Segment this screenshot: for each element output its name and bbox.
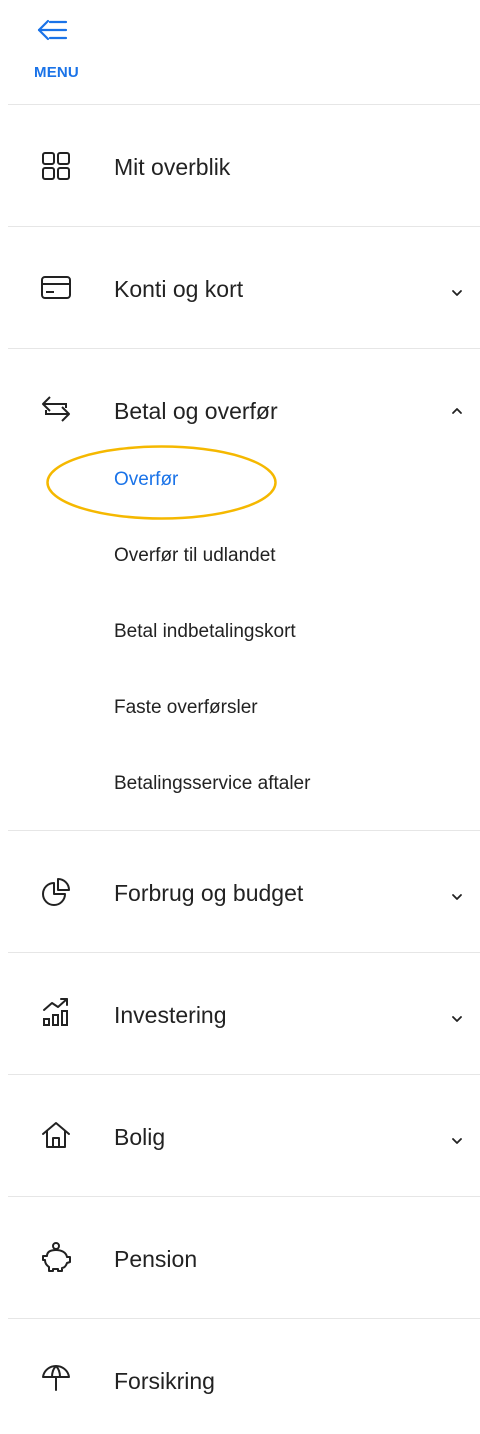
dashboard-grid-icon [42, 152, 70, 180]
divider [8, 1318, 480, 1319]
nav-item-label: Konti og kort [114, 276, 244, 302]
nav-item-betal-og-overfor[interactable]: Betal og overfør [0, 375, 480, 445]
transfer-arrows-icon [42, 396, 70, 422]
nav-item-label: Investering [114, 1002, 227, 1028]
nav-item-label: Forbrug og budget [114, 880, 304, 906]
nav-item-bolig[interactable]: Bolig [0, 1101, 480, 1171]
nav-item-mit-overblik[interactable]: Mit overblik [0, 131, 480, 201]
chevron-down-icon [452, 1138, 462, 1144]
divider [8, 952, 480, 953]
menu-label: MENU [34, 64, 79, 81]
umbrella-icon [42, 1365, 70, 1391]
menu-toggle-button[interactable]: MENU [34, 14, 94, 84]
home-icon [42, 1122, 70, 1148]
investment-chart-icon [43, 998, 68, 1026]
arrow-left-icon [37, 19, 68, 41]
sub-item-overfor[interactable]: Overfør [114, 469, 178, 491]
chevron-up-icon [452, 408, 462, 414]
nav-item-pension[interactable]: Pension [0, 1223, 480, 1293]
nav-item-label: Bolig [114, 1124, 166, 1150]
nav-item-investering[interactable]: Investering [0, 979, 480, 1049]
chevron-down-icon [452, 290, 462, 296]
divider [8, 348, 480, 349]
nav-item-label: Betal og overfør [114, 398, 278, 424]
chevron-down-icon [452, 1016, 462, 1022]
divider [8, 1196, 480, 1197]
divider [8, 104, 480, 105]
credit-card-icon [41, 276, 71, 299]
sub-item-betal-indbetalingskort[interactable]: Betal indbetalingskort [114, 621, 296, 643]
nav-item-konti-og-kort[interactable]: Konti og kort [0, 253, 480, 323]
nav-item-forbrug-og-budget[interactable]: Forbrug og budget [0, 857, 480, 927]
nav-item-forsikring[interactable]: Forsikring [0, 1345, 480, 1415]
nav-item-label: Forsikring [114, 1368, 215, 1394]
nav-item-label: Mit overblik [114, 154, 231, 180]
sub-item-overfor-til-udlandet[interactable]: Overfør til udlandet [114, 545, 276, 567]
pie-chart-icon [42, 878, 70, 906]
divider [8, 1074, 480, 1075]
divider [8, 226, 480, 227]
chevron-down-icon [452, 894, 462, 900]
piggy-bank-icon [42, 1242, 71, 1272]
nav-item-label: Pension [114, 1246, 198, 1272]
divider [8, 830, 480, 831]
sub-item-betalingsservice-aftaler[interactable]: Betalingsservice aftaler [114, 773, 310, 795]
sub-item-faste-overforsler[interactable]: Faste overførsler [114, 697, 258, 719]
